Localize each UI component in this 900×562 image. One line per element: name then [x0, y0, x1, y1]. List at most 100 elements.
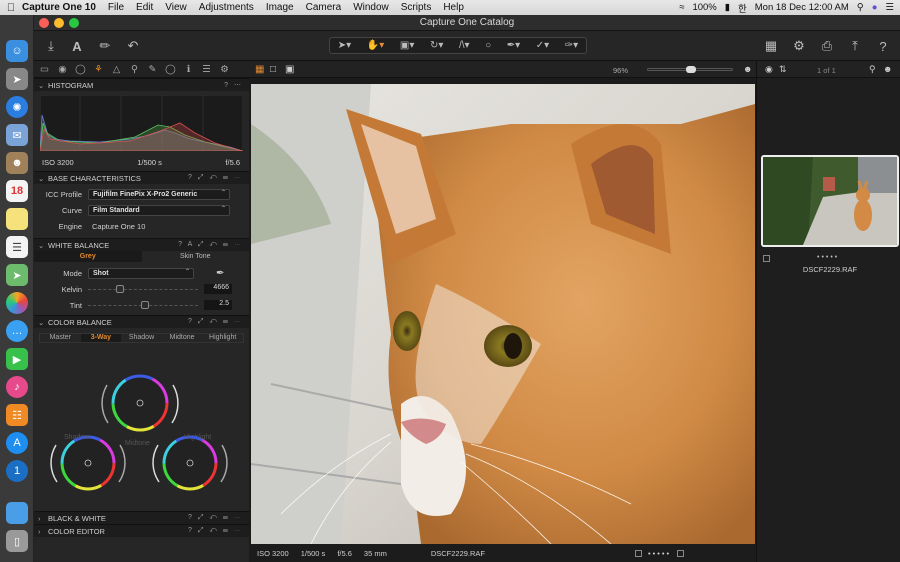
menu-scripts[interactable]: Scripts	[401, 2, 432, 13]
tab-skin-tone[interactable]: Skin Tone	[142, 251, 250, 262]
tab-shadow[interactable]: Shadow	[121, 334, 162, 342]
help-icon[interactable]: ?	[874, 36, 892, 56]
single-view-icon[interactable]: □	[270, 64, 276, 75]
annotate-icon[interactable]: ✑▾	[565, 40, 578, 51]
metadata-tab-icon[interactable]: ℹ	[181, 64, 196, 75]
zoom-slider-knob[interactable]	[686, 66, 696, 73]
app-menu[interactable]: Capture One 10	[22, 2, 96, 13]
downloads-folder-icon[interactable]	[6, 502, 28, 524]
menu-view[interactable]: View	[165, 2, 187, 13]
highlight-wheel[interactable]	[152, 435, 228, 491]
undo-icon[interactable]: ↶	[124, 36, 142, 56]
histogram-header[interactable]: ⌄ HISTOGRAM ? ⋯	[34, 78, 249, 91]
reminders-icon[interactable]: ☰	[6, 236, 28, 258]
finder-icon[interactable]: ☺	[6, 40, 28, 62]
select-checkbox[interactable]	[635, 550, 643, 557]
color-tag-icon[interactable]	[677, 550, 685, 557]
notes-icon[interactable]	[6, 208, 28, 230]
tab-grey[interactable]: Grey	[34, 251, 142, 262]
compare-view-icon[interactable]: ▣	[285, 64, 294, 75]
panel-controls[interactable]: ? ⤢ ↶ ☰ ⋯	[188, 318, 243, 326]
eyedropper-icon[interactable]: ✒	[216, 268, 224, 279]
onepassword-icon[interactable]: 1	[6, 460, 28, 482]
tab-highlight[interactable]: Highlight	[202, 334, 243, 342]
settings-gear-icon[interactable]: ⚙	[790, 36, 808, 56]
menu-edit[interactable]: Edit	[136, 2, 153, 13]
facetime-icon[interactable]: ▶	[6, 348, 28, 370]
mask-brush-icon[interactable]: ✒▾	[507, 40, 520, 51]
mail-icon[interactable]: ✉	[6, 124, 28, 146]
tint-slider-knob[interactable]	[141, 301, 149, 309]
menu-help[interactable]: Help	[443, 2, 464, 13]
details-tab-icon[interactable]: ⚲	[127, 64, 142, 75]
image-viewer[interactable]	[251, 84, 755, 544]
panel-controls[interactable]: ? A ⤢ ↶ ☰ ⋯	[178, 241, 243, 249]
spot-removal-icon[interactable]: ○	[485, 40, 491, 51]
kelvin-value[interactable]: 4666	[204, 284, 232, 294]
app-store-icon[interactable]: A	[6, 432, 28, 454]
multi-view-icon[interactable]: ▦	[255, 64, 264, 75]
panel-controls[interactable]: ? ⋯	[224, 81, 243, 89]
kelvin-slider[interactable]	[88, 284, 198, 294]
messages-icon[interactable]: …	[6, 320, 28, 342]
capture-tab-icon[interactable]: ◉	[55, 64, 70, 75]
rotate-icon[interactable]: ↻▾	[430, 40, 443, 51]
clock[interactable]: Mon 18 Dec 12:00 AM	[755, 2, 849, 13]
calendar-icon[interactable]: 18	[6, 180, 28, 202]
panel-controls[interactable]: ? ⤢ ↶ ☰ ⋯	[188, 527, 243, 535]
base-characteristics-header[interactable]: ⌄ BASE CHARACTERISTICS ? ⤢ ↶ ☰ ⋯	[34, 171, 249, 184]
contacts-icon[interactable]: ☻	[6, 152, 28, 174]
chevron-down-icon[interactable]: ⌄	[38, 81, 48, 90]
apple-menu-icon[interactable]: 	[0, 2, 22, 14]
text-tool-icon[interactable]: A	[68, 36, 86, 56]
eye-icon[interactable]: ◉	[765, 64, 773, 75]
export-icon[interactable]: ⤒	[846, 36, 864, 56]
grid-icon[interactable]: ▦	[762, 36, 780, 56]
itunes-icon[interactable]: ♪	[6, 376, 28, 398]
library-tab-icon[interactable]: ▭	[37, 64, 52, 75]
tab-midtone[interactable]: Midtone	[162, 334, 203, 342]
person-icon[interactable]: ☻	[743, 64, 752, 74]
black-white-header[interactable]: › BLACK & WHITE ? ⤢ ↶ ☰ ⋯	[34, 511, 249, 524]
menu-window[interactable]: Window	[353, 2, 389, 13]
chevron-down-icon[interactable]: ⌄	[38, 318, 48, 327]
batch-tab-icon[interactable]: ☰	[199, 64, 214, 75]
pan-hand-icon[interactable]: ✋▾	[367, 40, 384, 51]
select-cursor-icon[interactable]: ➤▾	[338, 40, 351, 51]
thumb-rating[interactable]: •••••	[817, 254, 839, 261]
launchpad-icon[interactable]: ➤	[6, 68, 28, 90]
shadow-wheel[interactable]	[50, 435, 126, 491]
crop-icon[interactable]: ▣▾	[400, 40, 414, 51]
chevron-down-icon[interactable]: ⌄	[38, 174, 48, 183]
trash-icon[interactable]: ▯	[6, 530, 28, 552]
color-tab-icon[interactable]: ⚘	[91, 64, 106, 75]
tab-master[interactable]: Master	[40, 334, 81, 342]
exposure-tab-icon[interactable]: △	[109, 64, 124, 75]
tint-slider[interactable]	[88, 300, 198, 310]
kelvin-slider-knob[interactable]	[116, 285, 124, 293]
panel-controls[interactable]: ? ⤢ ↶ ☰ ⋯	[188, 174, 243, 182]
search-icon[interactable]: ⚲	[857, 2, 864, 13]
siri-icon[interactable]: ●	[872, 2, 878, 13]
wifi-icon[interactable]: ≈	[679, 2, 684, 13]
sort-icon[interactable]: ⇅	[779, 64, 787, 75]
ibooks-icon[interactable]: ☷	[6, 404, 28, 426]
mode-select[interactable]: Shot	[88, 267, 194, 279]
tab-3-way[interactable]: 3-Way	[80, 334, 122, 342]
print-icon[interactable]: ⎙	[818, 36, 836, 56]
person-icon[interactable]: ☻	[883, 64, 892, 74]
chevron-right-icon[interactable]: ›	[38, 527, 48, 536]
menu-image[interactable]: Image	[266, 2, 294, 13]
local-adjust-tab-icon[interactable]: ✎	[145, 64, 160, 75]
import-icon[interactable]: ⤓	[42, 36, 60, 56]
thumb-checkbox[interactable]	[763, 255, 770, 262]
lens-tab-icon[interactable]: ◯	[73, 64, 88, 75]
menu-file[interactable]: File	[108, 2, 124, 13]
maps-icon[interactable]: ➤	[6, 264, 28, 286]
keystone-icon[interactable]: /\▾	[459, 40, 470, 51]
photos-icon[interactable]	[6, 292, 28, 314]
white-balance-header[interactable]: ⌄ WHITE BALANCE ? A ⤢ ↶ ☰ ⋯	[34, 238, 249, 251]
notifications-icon[interactable]: ☰	[885, 2, 894, 13]
prefs-tab-icon[interactable]: ⚙	[217, 64, 232, 75]
color-balance-header[interactable]: ⌄ COLOR BALANCE ? ⤢ ↶ ☰ ⋯	[34, 315, 249, 328]
